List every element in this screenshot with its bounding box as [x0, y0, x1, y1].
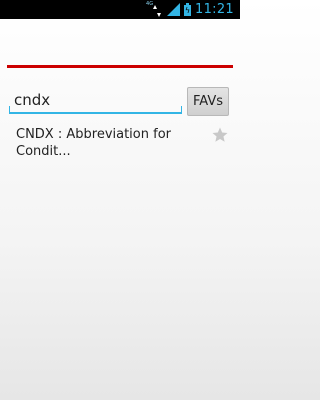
clock: 11:21 [195, 2, 234, 17]
star-icon[interactable] [211, 126, 229, 144]
search-input[interactable] [9, 88, 182, 114]
battery-charging-icon: ϟ [184, 3, 192, 16]
network-type-icon: 4G [146, 0, 163, 17]
search-input-edge-right [181, 106, 182, 114]
header-divider [7, 65, 233, 68]
signal-strength-icon [167, 3, 181, 16]
status-icons: 4G ϟ 11:21 [146, 0, 234, 18]
favs-button[interactable]: FAVs [187, 87, 229, 116]
network-type-label: 4G [146, 0, 154, 7]
search-input-edge-left [9, 106, 10, 114]
status-bar: 4G ϟ 11:21 [0, 0, 240, 19]
list-item[interactable]: CNDX : Abbreviation for Condit... [16, 126, 206, 160]
